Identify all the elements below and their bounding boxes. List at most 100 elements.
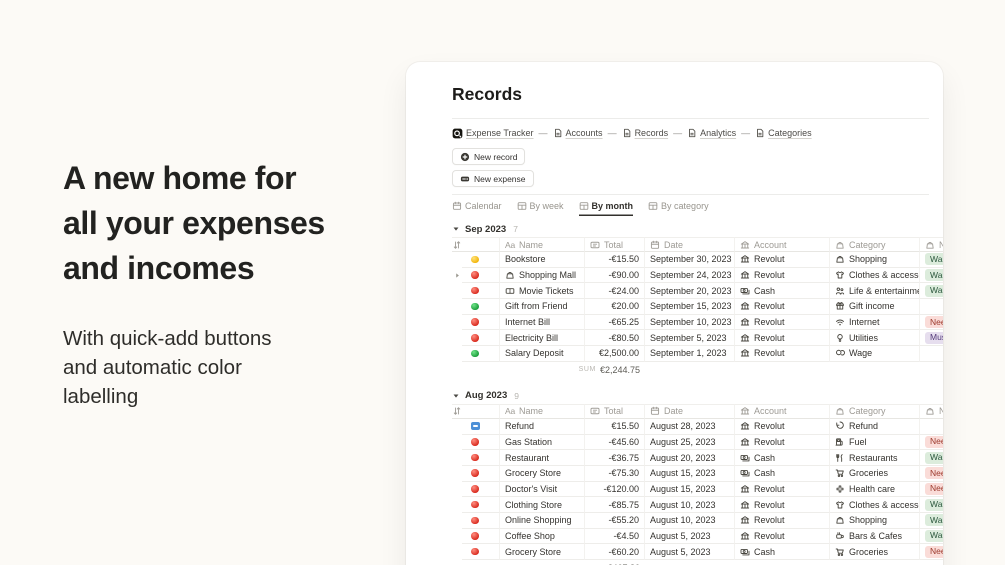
breadcrumb-item-categories[interactable]: Categories xyxy=(755,128,812,138)
cell-date[interactable]: September 15, 2023 xyxy=(645,299,735,315)
table-row[interactable]: Grocery Store -€75.30 August 15, 2023 Cash G… xyxy=(452,465,943,482)
cell-necessity[interactable]: Want xyxy=(920,268,943,284)
table-row[interactable]: Coffee Shop -€4.50 August 5, 2023 Revolut Ba… xyxy=(452,528,943,545)
row-color-cell[interactable] xyxy=(462,528,500,545)
cell-name[interactable]: Shopping Mall xyxy=(500,267,585,284)
row-color-cell[interactable] xyxy=(462,481,500,498)
cell-necessity[interactable] xyxy=(920,346,943,362)
cell-total[interactable]: -€4.50 xyxy=(585,528,645,545)
breadcrumb-item-accounts[interactable]: Accounts xyxy=(553,128,603,138)
table-row[interactable]: Internet Bill -€65.25 September 10, 2023 Re… xyxy=(452,314,943,331)
table-row[interactable]: Refund €15.50 August 28, 2023 Revolut Refund xyxy=(452,418,943,435)
cell-account[interactable]: Revolut xyxy=(735,418,830,435)
column-header-total[interactable]: Total xyxy=(585,237,645,252)
column-header-necessity[interactable]: N xyxy=(920,237,943,252)
row-color-cell[interactable] xyxy=(462,434,500,451)
table-row[interactable]: Online Shopping -€55.20 August 10, 2023 Rev… xyxy=(452,512,943,529)
table-row[interactable]: Clothing Store -€85.75 August 10, 2023 Revo… xyxy=(452,497,943,513)
cell-date[interactable]: August 10, 2023 xyxy=(645,512,735,529)
row-color-cell[interactable] xyxy=(462,544,500,560)
cell-name[interactable]: Electricity Bill xyxy=(500,330,585,347)
column-header-account[interactable]: Account xyxy=(735,237,830,252)
cell-necessity[interactable]: Must xyxy=(920,330,943,347)
cell-category[interactable]: Refund xyxy=(830,418,920,435)
row-color-cell[interactable] xyxy=(462,299,500,315)
column-header-name[interactable]: Aa Name xyxy=(500,237,585,252)
cell-account[interactable]: Revolut xyxy=(735,330,830,347)
breadcrumb-item-root[interactable]: Expense Tracker xyxy=(452,128,534,139)
row-color-cell[interactable] xyxy=(462,283,500,300)
cell-category[interactable]: Internet xyxy=(830,314,920,331)
cell-name[interactable]: Internet Bill xyxy=(500,314,585,331)
cell-category[interactable]: Life & entertainment xyxy=(830,283,920,300)
table-row[interactable]: Bookstore -€15.50 September 30, 2023 Revolu… xyxy=(452,252,943,268)
group-header[interactable]: Aug 2023 9 xyxy=(452,388,943,404)
tab-calendar[interactable]: Calendar xyxy=(452,195,502,216)
cell-name[interactable]: Online Shopping xyxy=(500,512,585,529)
cell-name[interactable]: Salary Deposit xyxy=(500,346,585,362)
table-row[interactable]: Grocery Store -€60.20 August 5, 2023 Cash Gr… xyxy=(452,544,943,560)
cell-date[interactable]: August 20, 2023 xyxy=(645,450,735,466)
table-row[interactable]: Gas Station -€45.60 August 25, 2023 Revolut… xyxy=(452,434,943,451)
cell-category[interactable]: Utilities xyxy=(830,330,920,347)
row-color-cell[interactable] xyxy=(462,497,500,513)
table-row[interactable]: Gift from Friend €20.00 September 15, 2023… xyxy=(452,299,943,315)
cell-necessity[interactable]: Want xyxy=(920,450,943,466)
cell-necessity[interactable]: Need xyxy=(920,482,943,498)
column-header-name[interactable]: Aa Name xyxy=(500,403,585,419)
column-header-date[interactable]: Date xyxy=(645,403,735,419)
cell-total[interactable]: -€15.50 xyxy=(585,252,645,268)
column-header-total[interactable]: Total xyxy=(585,403,645,419)
table-row[interactable]: Doctor's Visit -€120.00 August 15, 2023 Rev… xyxy=(452,481,943,498)
cell-account[interactable]: Cash xyxy=(735,450,830,466)
cell-total[interactable]: -€36.75 xyxy=(585,450,645,466)
cell-total[interactable]: -€65.25 xyxy=(585,314,645,331)
caret-right-icon[interactable] xyxy=(454,272,461,279)
cell-necessity[interactable]: Want xyxy=(920,283,943,300)
cell-total[interactable]: €15.50 xyxy=(585,418,645,435)
cell-date[interactable]: August 10, 2023 xyxy=(645,497,735,513)
cell-category[interactable]: Wage xyxy=(830,346,920,362)
cell-date[interactable]: August 15, 2023 xyxy=(645,465,735,482)
row-color-cell[interactable] xyxy=(462,450,500,466)
column-header-category[interactable]: Category xyxy=(830,237,920,252)
column-header-label[interactable] xyxy=(462,403,500,419)
cell-account[interactable]: Revolut xyxy=(735,267,830,284)
cell-name[interactable]: Clothing Store xyxy=(500,497,585,513)
cell-date[interactable]: August 15, 2023 xyxy=(645,481,735,498)
cell-account[interactable]: Revolut xyxy=(735,314,830,331)
cell-date[interactable]: August 5, 2023 xyxy=(645,544,735,560)
breadcrumb-item-records[interactable]: Records xyxy=(622,128,668,138)
cell-total[interactable]: €2,500.00 xyxy=(585,346,645,362)
cell-total[interactable]: -€24.00 xyxy=(585,283,645,300)
cell-total[interactable]: -€75.30 xyxy=(585,465,645,482)
cell-date[interactable]: August 5, 2023 xyxy=(645,528,735,545)
cell-date[interactable]: September 24, 2023 xyxy=(645,267,735,284)
new-record-button[interactable]: New record xyxy=(452,148,526,165)
tab-by-week[interactable]: By week xyxy=(517,195,564,216)
tab-by-category[interactable]: By category xyxy=(648,195,709,216)
cell-name[interactable]: Bookstore xyxy=(500,252,585,268)
column-header-account[interactable]: Account xyxy=(735,403,830,419)
cell-date[interactable]: August 28, 2023 xyxy=(645,418,735,435)
cell-total[interactable]: -€45.60 xyxy=(585,434,645,451)
cell-name[interactable]: Grocery Store xyxy=(500,544,585,560)
cell-total[interactable]: -€55.20 xyxy=(585,512,645,529)
cell-total[interactable]: -€80.50 xyxy=(585,330,645,347)
cell-category[interactable]: Bars & Cafes xyxy=(830,528,920,545)
cell-necessity[interactable]: Need xyxy=(920,466,943,482)
cell-account[interactable]: Cash xyxy=(735,465,830,482)
cell-account[interactable]: Revolut xyxy=(735,512,830,529)
row-color-cell[interactable] xyxy=(462,465,500,482)
cell-necessity[interactable]: Want xyxy=(920,529,943,545)
cell-name[interactable]: Grocery Store xyxy=(500,465,585,482)
cell-date[interactable]: September 1, 2023 xyxy=(645,346,735,362)
cell-necessity[interactable] xyxy=(920,419,943,435)
row-color-cell[interactable] xyxy=(462,346,500,362)
cell-necessity[interactable]: Need xyxy=(920,435,943,451)
table-row[interactable]: Shopping Mall -€90.00 September 24, 2023 Re… xyxy=(452,267,943,284)
cell-category[interactable]: Shopping xyxy=(830,512,920,529)
breadcrumb-item-analytics[interactable]: Analytics xyxy=(687,128,736,138)
row-expand-gutter[interactable] xyxy=(452,268,462,284)
row-color-cell[interactable] xyxy=(462,252,500,268)
